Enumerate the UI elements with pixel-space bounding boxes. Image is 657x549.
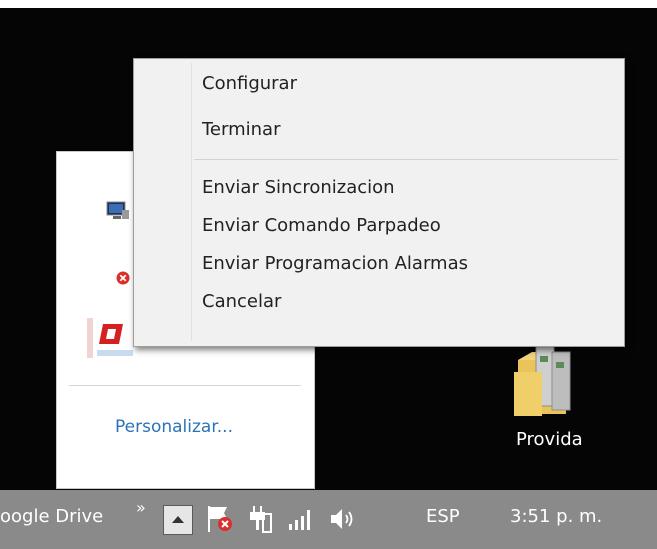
menu-item-enviar-comando-parpadeo[interactable]: Enviar Comando Parpadeo bbox=[202, 211, 441, 241]
panel-divider bbox=[69, 385, 301, 386]
clock[interactable]: 3:51 p. m. bbox=[510, 506, 602, 527]
chevron-icon[interactable]: » bbox=[136, 498, 146, 517]
menu-item-configurar[interactable]: Configurar bbox=[202, 69, 297, 99]
menu-gutter-divider bbox=[191, 63, 192, 341]
monitor-network-icon[interactable] bbox=[105, 200, 131, 226]
desktop: Provida Personalizar... Configurar Termi… bbox=[0, 8, 657, 490]
menu-item-cancelar[interactable]: Cancelar bbox=[202, 287, 281, 317]
menu-item-terminar[interactable]: Terminar bbox=[202, 115, 280, 145]
volume-icon[interactable] bbox=[328, 506, 358, 536]
menu-separator bbox=[194, 159, 618, 160]
flag-error-icon[interactable] bbox=[205, 504, 235, 538]
folder-icon[interactable] bbox=[512, 338, 584, 418]
language-indicator[interactable]: ESP bbox=[426, 506, 460, 527]
taskbar: oogle Drive » ESP 3:51 p. m. bbox=[0, 490, 657, 549]
signal-bars-icon[interactable] bbox=[287, 506, 315, 536]
show-hidden-icons-button[interactable] bbox=[163, 505, 193, 539]
customize-link[interactable]: Personalizar... bbox=[115, 417, 233, 437]
context-menu: Configurar Terminar Enviar Sincronizacio… bbox=[133, 58, 625, 347]
power-plug-icon[interactable] bbox=[247, 504, 273, 538]
error-x-icon[interactable] bbox=[116, 270, 130, 289]
menu-item-enviar-programacion-alarmas[interactable]: Enviar Programacion Alarmas bbox=[202, 249, 468, 279]
menu-item-enviar-sincronizacion[interactable]: Enviar Sincronizacion bbox=[202, 173, 395, 203]
desktop-item-label[interactable]: Provida bbox=[516, 429, 583, 450]
taskbar-app-label[interactable]: oogle Drive bbox=[0, 506, 103, 527]
